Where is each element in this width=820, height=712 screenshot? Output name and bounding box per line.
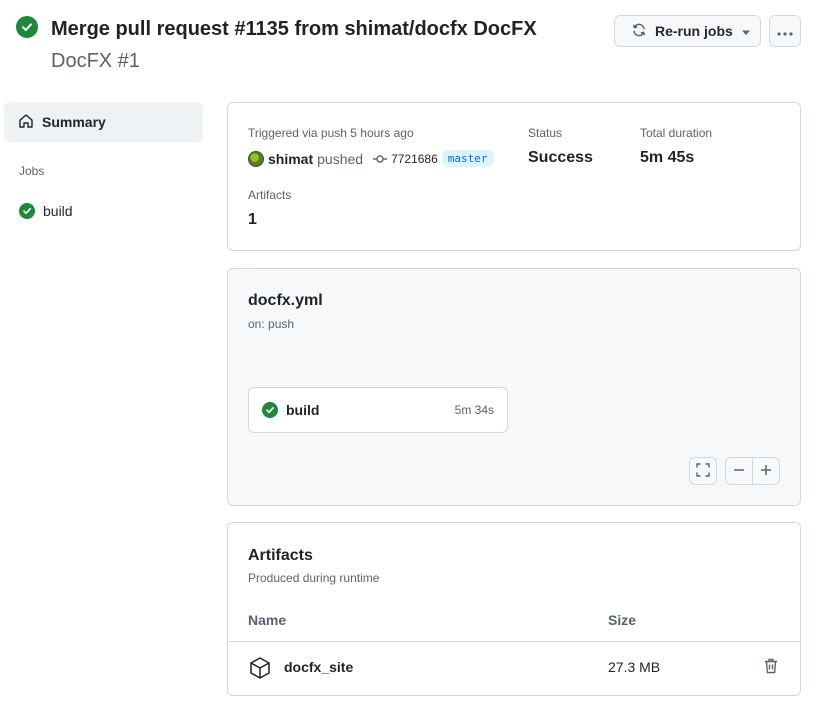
job-name: build	[286, 402, 320, 418]
branch-label[interactable]: master	[441, 150, 494, 167]
trigger-text: Triggered via push 5 hours ago	[248, 126, 414, 140]
artifacts-label: Artifacts	[248, 188, 292, 202]
rerun-jobs-button[interactable]: Re-run jobs	[614, 15, 761, 47]
column-header-size: Size	[608, 612, 637, 628]
trigger-details: shimat pushed 7721686 master	[248, 150, 494, 167]
run-status	[16, 16, 38, 38]
duration-label: Total duration	[640, 126, 713, 140]
column-header-name: Name	[248, 612, 287, 628]
workflow-file-link[interactable]: docfx.yml	[248, 292, 323, 310]
workflow-run-subtitle: DocFX #1	[51, 50, 140, 72]
sidebar-item-label: build	[43, 203, 73, 219]
kebab-horizontal-icon	[777, 23, 793, 39]
check-circle-icon	[19, 203, 35, 219]
zoom-in-button[interactable]	[752, 457, 780, 485]
workflow-trigger: on: push	[248, 317, 295, 331]
plus-icon	[760, 463, 772, 479]
workflow-graph-card: docfx.yml on: push build 5m 34s	[227, 268, 801, 506]
trash-icon[interactable]	[764, 658, 778, 677]
screen-full-icon	[696, 462, 710, 480]
page-title: Merge pull request #1135 from shimat/doc…	[51, 18, 537, 40]
artifact-name-link[interactable]: docfx_site	[284, 659, 353, 675]
package-icon	[248, 656, 272, 683]
trigger-action: pushed	[317, 150, 364, 167]
job-node-build[interactable]: build 5m 34s	[248, 387, 508, 433]
avatar[interactable]	[248, 150, 264, 167]
artifacts-title: Artifacts	[248, 547, 313, 564]
status-value: Success	[528, 149, 593, 166]
check-circle-icon	[262, 402, 278, 418]
commit-sha-link[interactable]: 7721686	[391, 152, 438, 166]
run-summary-card: Triggered via push 5 hours ago shimat pu…	[227, 102, 801, 251]
duration-value: 5m 45s	[640, 149, 695, 166]
artifacts-subtitle: Produced during runtime	[248, 571, 380, 585]
run-header: Merge pull request #1135 from shimat/doc…	[0, 0, 820, 92]
artifacts-count[interactable]: 1	[248, 211, 257, 229]
triangle-down-icon	[741, 23, 751, 39]
sidebar-item-summary[interactable]: Summary	[4, 102, 203, 142]
fullscreen-button[interactable]	[689, 457, 717, 485]
actor-link[interactable]: shimat	[268, 151, 313, 167]
artifact-size: 27.3 MB	[608, 659, 661, 675]
check-circle-icon	[16, 16, 38, 38]
git-commit-icon	[373, 154, 388, 164]
more-options-button[interactable]	[769, 15, 801, 47]
table-row: docfx_site 27.3 MB	[228, 642, 800, 694]
jobs-heading: Jobs	[19, 164, 45, 178]
zoom-out-button[interactable]	[725, 457, 753, 485]
dash-icon	[733, 463, 745, 479]
rerun-jobs-label: Re-run jobs	[655, 23, 733, 39]
status-label: Status	[528, 126, 563, 140]
artifacts-card: Artifacts Produced during runtime Name S…	[227, 522, 801, 696]
sync-icon	[631, 22, 647, 41]
sidebar-item-build[interactable]: build	[19, 201, 73, 221]
home-icon	[18, 113, 34, 132]
job-duration: 5m 34s	[454, 403, 494, 417]
sidebar-item-label: Summary	[42, 114, 106, 130]
